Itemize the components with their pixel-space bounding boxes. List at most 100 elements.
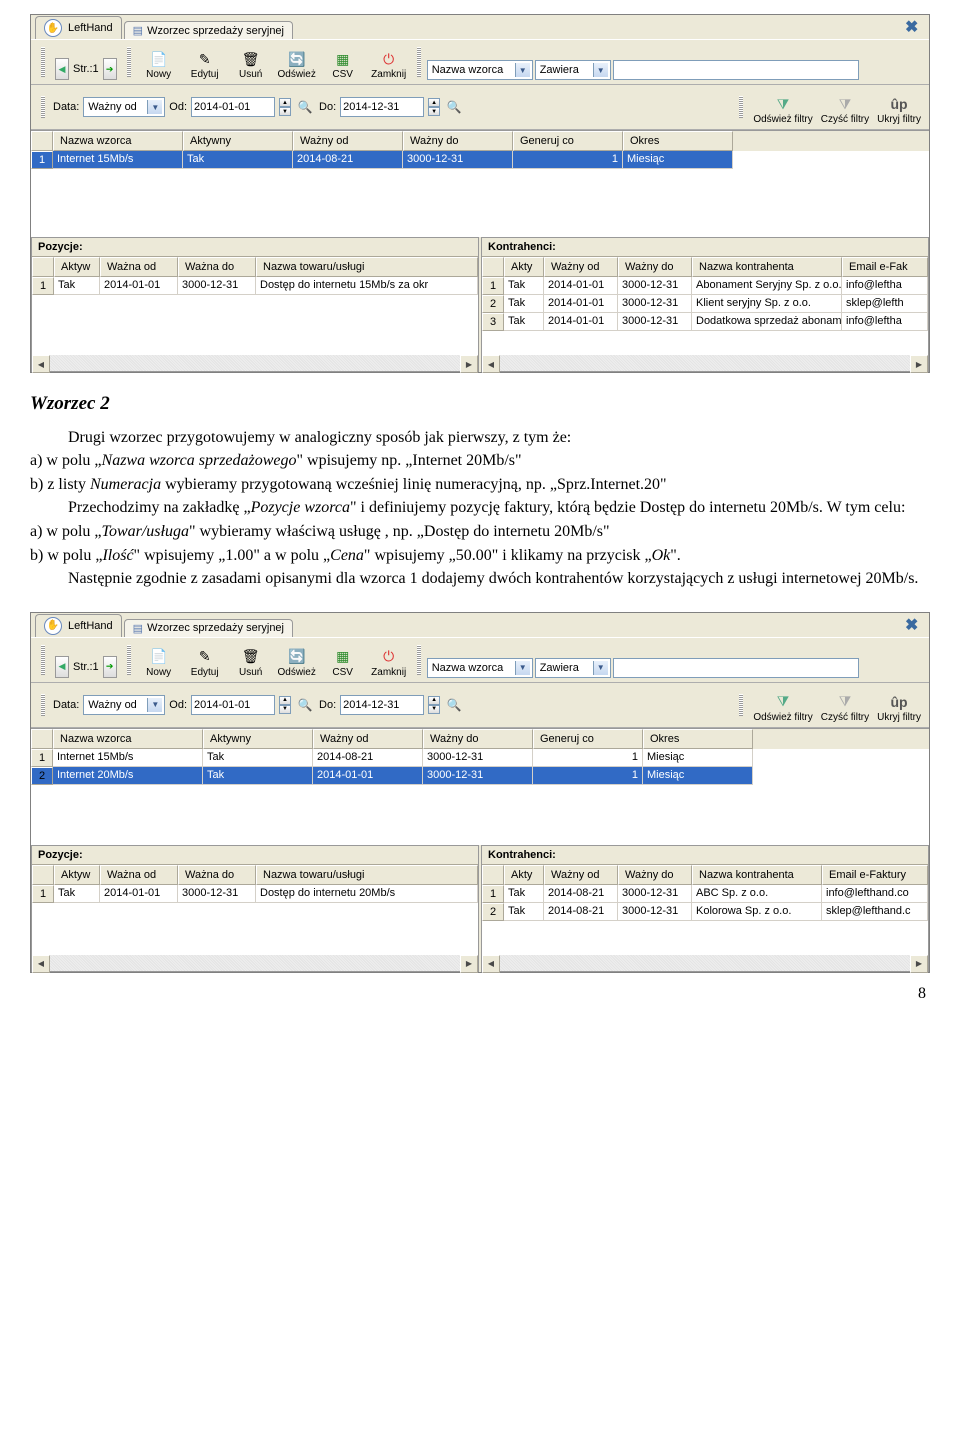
- hide-filters-button[interactable]: ûpUkryj filtry: [875, 687, 923, 723]
- h-scrollbar[interactable]: ◀▶: [32, 955, 478, 971]
- doc-paragraph: Przechodzimy na zakładkę „Pozycje wzorca…: [30, 497, 930, 519]
- col-wazny-do[interactable]: Ważny do: [403, 131, 513, 151]
- tab-lefthand[interactable]: ✋ LeftHand: [35, 614, 122, 637]
- search-input[interactable]: [613, 658, 859, 678]
- list-icon: ▤: [133, 622, 143, 635]
- chevron-down-icon: ▼: [515, 661, 530, 675]
- col-wazny-od[interactable]: Ważny od: [293, 131, 403, 151]
- edit-button[interactable]: ✎Edytuj: [183, 44, 227, 80]
- close-button[interactable]: ⏻Zamknij: [367, 642, 411, 678]
- h-scrollbar[interactable]: ◀▶: [482, 955, 928, 971]
- date-field-combo[interactable]: Ważny od▼: [83, 695, 165, 715]
- date-from-input[interactable]: 2014-01-01: [191, 97, 275, 117]
- close-button[interactable]: ⏻Zamknij: [367, 44, 411, 80]
- refresh-filters-button[interactable]: ⧩Odśwież filtry: [751, 89, 814, 125]
- power-icon: ⏻: [379, 49, 399, 69]
- h-scrollbar[interactable]: ◀▶: [32, 355, 478, 371]
- clear-filters-button[interactable]: ⧩Czyść filtry: [819, 687, 871, 723]
- search-icon[interactable]: 🔍: [295, 695, 315, 715]
- refresh-filters-button[interactable]: ⧩Odśwież filtry: [751, 687, 814, 723]
- page-next-button[interactable]: ➔: [103, 656, 117, 678]
- combo-value: Zawiera: [538, 64, 593, 76]
- refresh-button[interactable]: 🔄Odśwież: [275, 44, 319, 80]
- grid-header: Nazwa wzorca Aktywny Ważny od Ważny do G…: [31, 131, 929, 151]
- delete-button[interactable]: 🗑Usuń: [229, 44, 273, 80]
- close-icon[interactable]: ✖: [905, 17, 923, 35]
- date-from-spinner[interactable]: ▲▼: [279, 696, 291, 714]
- clear-filters-button[interactable]: ⧩Czyść filtry: [819, 89, 871, 125]
- doc-paragraph: b) w polu „Ilość" wpisujemy „1.00" a w p…: [30, 545, 930, 567]
- lefthand-icon: ✋: [44, 617, 62, 635]
- date-to-spinner[interactable]: ▲▼: [428, 98, 440, 116]
- pane-title: Pozycje:: [32, 238, 478, 257]
- date-to-input[interactable]: 2014-12-31: [340, 97, 424, 117]
- search-icon[interactable]: 🔍: [444, 97, 464, 117]
- toolbar: ◀ Str.:1 ➔ 📄Nowy ✎Edytuj 🗑Usuń 🔄Odśwież …: [31, 637, 929, 683]
- date-field-combo[interactable]: Ważny od▼: [83, 97, 165, 117]
- new-icon: 📄: [149, 49, 169, 69]
- tab-lefthand[interactable]: ✋ LeftHand: [35, 16, 122, 39]
- delete-icon: 🗑: [241, 49, 261, 69]
- close-icon[interactable]: ✖: [905, 615, 923, 633]
- search-field-combo[interactable]: Nazwa wzorca▼: [427, 60, 533, 80]
- csv-button[interactable]: ▦CSV: [321, 642, 365, 678]
- tab-wzorzec[interactable]: ▤ Wzorzec sprzedaży seryjnej: [124, 619, 293, 637]
- table-row[interactable]: 1 Tak 2014-08-21 3000-12-31 ABC Sp. z o.…: [482, 885, 928, 903]
- search-op-combo[interactable]: Zawiera▼: [535, 60, 611, 80]
- funnel-icon: ⧩: [773, 94, 793, 114]
- date-from-input[interactable]: 2014-01-01: [191, 695, 275, 715]
- new-icon: 📄: [149, 647, 169, 667]
- filter-bar: Data: Ważny od▼ Od: 2014-01-01 ▲▼ 🔍 Do: …: [31, 683, 929, 728]
- filter-bar: Data: Ważny od▼ Od: 2014-01-01 ▲▼ 🔍 Do: …: [31, 85, 929, 130]
- kontrahenci-pane-2: Kontrahenci: Akty Ważny od Ważny do Nazw…: [481, 845, 929, 972]
- table-row[interactable]: 2 Tak 2014-08-21 3000-12-31 Kolorowa Sp.…: [482, 903, 928, 921]
- tab-wzorzec[interactable]: ▤ Wzorzec sprzedaży seryjnej: [124, 21, 293, 39]
- doc-paragraph: Drugi wzorzec przygotowujemy w analogicz…: [30, 427, 930, 449]
- new-button[interactable]: 📄Nowy: [137, 642, 181, 678]
- detail-split: Pozycje: Aktyw Ważna od Ważna do Nazwa t…: [31, 237, 929, 372]
- funnel-clear-icon: ⧩: [835, 94, 855, 114]
- search-icon[interactable]: 🔍: [295, 97, 315, 117]
- funnel-clear-icon: ⧩: [835, 692, 855, 712]
- col-nazwa[interactable]: Nazwa wzorca: [53, 131, 183, 151]
- table-row[interactable]: 1 Tak 2014-01-01 3000-12-31 Abonament Se…: [482, 277, 928, 295]
- chevron-down-icon: ▼: [593, 63, 608, 77]
- table-row[interactable]: 1 Tak 2014-01-01 3000-12-31 Dostęp do in…: [32, 277, 478, 295]
- table-row[interactable]: 1 Tak 2014-01-01 3000-12-31 Dostęp do in…: [32, 885, 478, 903]
- table-row[interactable]: 1 Internet 15Mb/s Tak 2014-08-21 3000-12…: [31, 749, 929, 767]
- search-input[interactable]: [613, 60, 859, 80]
- date-to-spinner[interactable]: ▲▼: [428, 696, 440, 714]
- table-row[interactable]: 2 Internet 20Mb/s Tak 2014-01-01 3000-12…: [31, 767, 929, 785]
- col-generuj[interactable]: Generuj co: [513, 131, 623, 151]
- delete-button[interactable]: 🗑Usuń: [229, 642, 273, 678]
- h-scrollbar[interactable]: ◀▶: [482, 355, 928, 371]
- new-button[interactable]: 📄Nowy: [137, 44, 181, 80]
- search-icon[interactable]: 🔍: [444, 695, 464, 715]
- search-field-combo[interactable]: Nazwa wzorca▼: [427, 658, 533, 678]
- doc-title: Wzorzec 2: [30, 391, 930, 417]
- date-to-input[interactable]: 2014-12-31: [340, 695, 424, 715]
- search-op-combo[interactable]: Zawiera▼: [535, 658, 611, 678]
- do-label: Do:: [319, 101, 336, 113]
- table-row[interactable]: 1 Internet 15Mb/s Tak 2014-08-21 3000-12…: [31, 151, 929, 169]
- col-aktywny[interactable]: Aktywny: [183, 131, 293, 151]
- refresh-button[interactable]: 🔄Odśwież: [275, 642, 319, 678]
- date-from-spinner[interactable]: ▲▼: [279, 98, 291, 116]
- page-prev-button[interactable]: ◀: [55, 656, 69, 678]
- col-rownum[interactable]: [31, 131, 53, 151]
- tab-label: LeftHand: [68, 22, 113, 34]
- hide-filters-button[interactable]: ûpUkryj filtry: [875, 89, 923, 125]
- edit-button[interactable]: ✎Edytuj: [183, 642, 227, 678]
- table-row[interactable]: 2 Tak 2014-01-01 3000-12-31 Klient seryj…: [482, 295, 928, 313]
- col-okres[interactable]: Okres: [623, 131, 733, 151]
- doc-paragraph: b) z listy Numeracja wybieramy przygotow…: [30, 474, 930, 496]
- page-next-button[interactable]: ➔: [103, 58, 117, 80]
- table-row[interactable]: 3 Tak 2014-01-01 3000-12-31 Dodatkowa sp…: [482, 313, 928, 331]
- doc-paragraph: a) w polu „Nazwa wzorca sprzedażowego" w…: [30, 450, 930, 472]
- pane-title: Kontrahenci:: [482, 238, 928, 257]
- grip-icon: [41, 96, 45, 118]
- csv-button[interactable]: ▦CSV: [321, 44, 365, 80]
- grip-icon: [739, 96, 743, 118]
- page-prev-button[interactable]: ◀: [55, 58, 69, 80]
- edit-icon: ✎: [195, 647, 215, 667]
